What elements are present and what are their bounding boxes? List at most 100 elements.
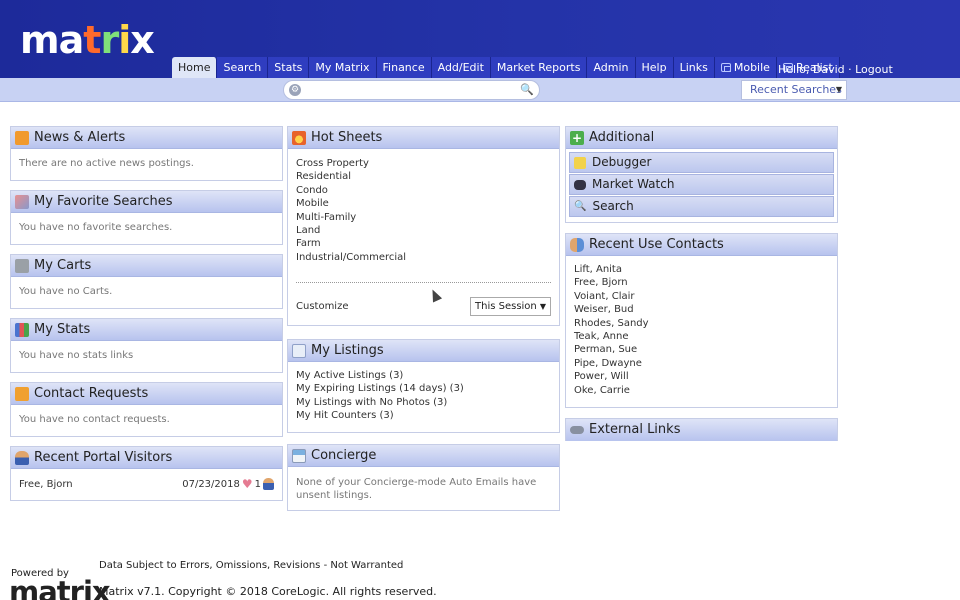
contact-request-icon <box>15 386 29 401</box>
recent-contacts-list: Lift, Anita Free, Bjorn Voiant, Clair We… <box>566 256 837 404</box>
contact-link[interactable]: Weiser, Bud <box>574 303 829 316</box>
user-icon <box>263 478 274 490</box>
plus-icon: + <box>570 130 584 145</box>
listing-link[interactable]: My Hit Counters (3) <box>296 409 551 422</box>
debugger-label: Debugger <box>592 155 652 169</box>
empty-message: You have no Carts. <box>19 286 113 297</box>
nav-search[interactable]: Search <box>217 57 269 78</box>
panel-title: Contact Requests <box>34 385 149 401</box>
search-icon[interactable]: 🔍 <box>520 83 534 96</box>
nav-market-reports-label: Market Reports <box>496 61 581 74</box>
calendar-icon <box>292 448 306 463</box>
hot-sheets-list: Cross Property Residential Condo Mobile … <box>288 149 559 323</box>
empty-message: You have no stats links <box>19 350 134 361</box>
additional-buttons: Debugger Market Watch 🔍 Search <box>566 149 837 221</box>
quick-search-input[interactable] <box>304 82 514 98</box>
panel-title: External Links <box>589 422 681 437</box>
contact-link[interactable]: Oke, Carrie <box>574 384 829 397</box>
nav-finance-label: Finance <box>382 61 425 74</box>
favorite-search-icon <box>15 194 29 209</box>
nav-my-matrix[interactable]: My Matrix <box>309 57 377 78</box>
listing-link[interactable]: My Active Listings (3) <box>296 369 551 382</box>
nav-market-reports[interactable]: Market Reports <box>490 57 588 78</box>
contact-link[interactable]: Voiant, Clair <box>574 290 829 303</box>
contact-link[interactable]: Lift, Anita <box>574 263 829 276</box>
hot-sheet-link[interactable]: Residential <box>296 170 551 183</box>
empty-message: None of your Concierge-mode Auto Emails … <box>296 477 537 501</box>
panel-title: Recent Use Contacts <box>589 236 724 252</box>
nav-search-label: Search <box>223 61 262 74</box>
my-listings-panel: My Listings My Active Listings (3) My Ex… <box>287 339 560 433</box>
contact-link[interactable]: Free, Bjorn <box>574 276 829 289</box>
quick-search: ⚙ 🔍 <box>283 80 540 100</box>
binoculars-icon <box>574 179 586 190</box>
hot-sheet-link[interactable]: Land <box>296 224 551 237</box>
contacts-icon <box>570 237 584 252</box>
disclaimer-text: Data Subject to Errors, Omissions, Revis… <box>99 560 404 571</box>
settings-gear-icon[interactable]: ⚙ <box>289 84 301 96</box>
my-listings-list: My Active Listings (3) My Expiring Listi… <box>288 362 559 430</box>
user-greeting-logout[interactable]: Hello, David · Logout <box>778 63 893 76</box>
panel-header[interactable]: External Links <box>566 419 837 441</box>
header: matrix Home Search Stats My Matrix Finan… <box>0 0 960 78</box>
carts-panel: My Carts You have no Carts. <box>10 254 283 309</box>
nav-stats[interactable]: Stats <box>268 57 310 78</box>
panel-header: News & Alerts <box>11 127 282 149</box>
search-icon: 🔍 <box>574 201 587 212</box>
panel-header: + Additional <box>566 127 837 149</box>
nav-add-edit[interactable]: Add/Edit <box>431 57 491 78</box>
hot-sheet-link[interactable]: Industrial/Commercial <box>296 251 551 264</box>
hot-sheet-link[interactable]: Farm <box>296 237 551 250</box>
nav-mobile[interactable]: Mobile <box>714 57 777 78</box>
panel-header: Recent Use Contacts <box>566 234 837 256</box>
panel-title: My Carts <box>34 257 92 273</box>
chevron-down-icon: ▼ <box>835 85 842 94</box>
hot-sheets-panel: Hot Sheets Cross Property Residential Co… <box>287 126 560 326</box>
customize-link[interactable]: Customize <box>296 300 349 313</box>
link-chain-icon <box>570 426 584 434</box>
market-watch-button[interactable]: Market Watch <box>569 174 834 195</box>
concierge-panel: Concierge None of your Concierge-mode Au… <box>287 444 560 511</box>
panel-title: My Stats <box>34 321 91 337</box>
hot-sheet-link[interactable]: Multi-Family <box>296 211 551 224</box>
chevron-down-icon: ▼ <box>539 302 546 312</box>
nav-my-matrix-label: My Matrix <box>315 61 370 74</box>
visitor-row[interactable]: Free, Bjorn 07/23/2018 ♥ 1 <box>19 477 274 491</box>
contact-link[interactable]: Rhodes, Sandy <box>574 317 829 330</box>
hot-sheet-link[interactable]: Condo <box>296 184 551 197</box>
debugger-button[interactable]: Debugger <box>569 152 834 173</box>
visitor-name[interactable]: Free, Bjorn <box>19 479 73 490</box>
external-window-icon <box>720 63 731 72</box>
period-select[interactable]: This Session ▼ <box>470 297 551 317</box>
panel-title: Recent Portal Visitors <box>34 449 173 465</box>
customize-row: Customize This Session ▼ <box>296 297 551 317</box>
market-watch-label: Market Watch <box>592 177 675 191</box>
contact-link[interactable]: Power, Will <box>574 370 829 383</box>
contact-requests-panel: Contact Requests You have no contact req… <box>10 382 283 437</box>
listing-link[interactable]: My Expiring Listings (14 days) (3) <box>296 382 551 395</box>
nav-finance[interactable]: Finance <box>376 57 432 78</box>
additional-panel: + Additional Debugger Market Watch 🔍 Searc… <box>565 126 838 223</box>
nav-links[interactable]: Links <box>673 57 715 78</box>
contact-link[interactable]: Teak, Anne <box>574 330 829 343</box>
nav-admin[interactable]: Admin <box>587 57 636 78</box>
panel-title: My Favorite Searches <box>34 193 173 209</box>
nav-links-label: Links <box>679 61 708 74</box>
footer-matrix-logo: matrix <box>9 575 111 600</box>
nav-help-label: Help <box>641 61 667 74</box>
contact-link[interactable]: Perman, Sue <box>574 343 829 356</box>
matrix-logo[interactable]: matrix <box>20 18 155 62</box>
panel-title: Hot Sheets <box>311 129 383 145</box>
recent-contacts-panel: Recent Use Contacts Lift, Anita Free, Bj… <box>565 233 838 408</box>
hot-sheet-link[interactable]: Cross Property <box>296 157 551 170</box>
recent-searches-dropdown[interactable]: Recent Searches ▼ <box>741 80 847 100</box>
nav-home[interactable]: Home <box>172 57 218 78</box>
additional-search-button[interactable]: 🔍 Search <box>569 196 834 217</box>
hot-sheet-link[interactable]: Mobile <box>296 197 551 210</box>
contact-link[interactable]: Pipe, Dwayne <box>574 357 829 370</box>
panel-header: Recent Portal Visitors <box>11 447 282 469</box>
divider <box>296 282 551 284</box>
fire-icon <box>292 130 306 145</box>
nav-help[interactable]: Help <box>635 57 674 78</box>
listing-link[interactable]: My Listings with No Photos (3) <box>296 396 551 409</box>
